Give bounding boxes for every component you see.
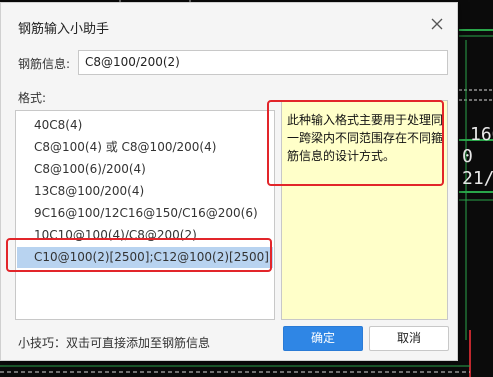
rebar-info-label: 钢筋信息: bbox=[18, 57, 71, 71]
cad-text-2: 0 bbox=[462, 146, 473, 167]
close-icon bbox=[431, 18, 443, 30]
rebar-input-helper-dialog: 钢筋输入小助手 钢筋信息: C8@100/200(2) 格式: 40C8(4) … bbox=[0, 2, 458, 361]
format-list[interactable]: 40C8(4) C8@100(4) 或 C8@100/200(4) C8@100… bbox=[15, 110, 275, 320]
rebar-info-input[interactable]: C8@100/200(2) bbox=[78, 50, 448, 75]
cad-text-1: 160 bbox=[470, 124, 493, 145]
cad-text-3: 21/3 bbox=[462, 168, 493, 189]
format-item[interactable]: 9C16@100/12C16@150/C16@200(6) bbox=[17, 203, 273, 224]
highlight-description bbox=[267, 100, 444, 186]
highlight-selected-format bbox=[6, 238, 272, 272]
cancel-button[interactable]: 取消 bbox=[369, 326, 449, 351]
format-item[interactable]: 13C8@100/200(4) bbox=[17, 181, 273, 202]
ok-button[interactable]: 确定 bbox=[283, 326, 363, 351]
close-button[interactable] bbox=[427, 14, 447, 34]
format-item[interactable]: 40C8(4) bbox=[17, 115, 273, 136]
tip-text: 小技巧：双击可直接添加至钢筋信息 bbox=[18, 336, 211, 350]
format-item[interactable]: C8@100(4) 或 C8@100/200(4) bbox=[17, 137, 273, 158]
format-label: 格式: bbox=[18, 91, 47, 105]
format-item[interactable]: C8@100(6)/200(4) bbox=[17, 159, 273, 180]
dialog-title: 钢筋输入小助手 bbox=[18, 22, 110, 37]
